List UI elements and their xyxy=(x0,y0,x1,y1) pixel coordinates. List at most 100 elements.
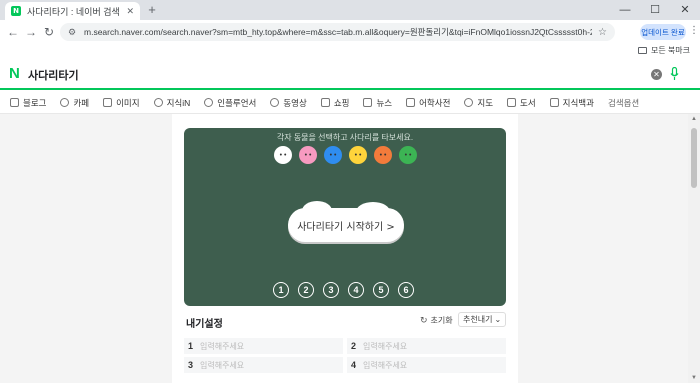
maximize-icon[interactable]: ☐ xyxy=(640,0,670,20)
blog-icon xyxy=(10,98,19,107)
bet-number: 4 xyxy=(351,360,357,370)
pin-icon xyxy=(464,98,474,107)
hedgehog-icon[interactable]: • • xyxy=(324,146,342,164)
tab-kin[interactable]: 지식iN xyxy=(153,97,190,109)
site-info-icon[interactable]: ⚙ xyxy=(68,27,78,37)
bet-input-1[interactable]: 1 입력해주세요 xyxy=(184,338,343,354)
naver-page: N 사다리타기 ✕ 블로그 카페 이미지 지식iN 인플루언서 동영상 쇼핑 뉴… xyxy=(0,58,700,383)
bet-placeholder: 입력해주세요 xyxy=(363,341,408,351)
cafe-icon xyxy=(60,98,70,107)
bookmarks-bar: 모든 북마크 xyxy=(0,44,700,58)
play-icon xyxy=(270,98,280,107)
ladder-number[interactable]: 3 xyxy=(323,282,339,298)
bet-inputs: 1 입력해주세요 2 입력해주세요 3 입력해주세요 4 입력해주세요 xyxy=(184,338,506,376)
tab-news[interactable]: 뉴스 xyxy=(363,97,392,109)
bet-number: 2 xyxy=(351,341,357,351)
browser-toolbar: ← → ↻ ⚙ m.search.naver.com/search.naver?… xyxy=(0,20,700,44)
bet-input-2[interactable]: 2 입력해주세요 xyxy=(347,338,506,354)
reset-button[interactable]: ↻ 초기화 xyxy=(420,313,453,327)
forward-icon[interactable]: → xyxy=(24,25,38,39)
bear-icon[interactable]: • • xyxy=(274,146,292,164)
back-icon[interactable]: ← xyxy=(6,25,20,39)
scroll-up-icon[interactable]: ▲ xyxy=(691,116,697,122)
search-input[interactable]: 사다리타기 xyxy=(28,67,79,83)
close-window-icon[interactable]: ✕ xyxy=(670,0,700,20)
tab-strip: N 사다리타기 : 네이버 검색 ✕ + — ☐ ✕ xyxy=(0,0,700,20)
bet-number: 3 xyxy=(188,360,194,370)
reset-label: 초기화 xyxy=(430,315,453,325)
browser-tab[interactable]: N 사다리타기 : 네이버 검색 ✕ xyxy=(5,2,140,20)
search-bar: N 사다리타기 ✕ xyxy=(0,58,700,90)
page-scrollbar[interactable]: ▲ ▼ xyxy=(688,114,700,383)
tab-dictionary[interactable]: 어학사전 xyxy=(406,97,450,109)
bet-placeholder: 입력해주세요 xyxy=(200,341,245,351)
new-tab-button[interactable]: + xyxy=(145,3,159,17)
book-icon xyxy=(507,98,517,107)
tab-image[interactable]: 이미지 xyxy=(103,97,140,109)
tab-video[interactable]: 동영상 xyxy=(270,97,307,109)
tab-shopping[interactable]: 쇼핑 xyxy=(320,97,349,109)
bet-placeholder: 입력해주세요 xyxy=(200,360,245,370)
bet-settings: 내기설정 ↻ 초기화 추천내기 ⌄ 1 입력해주세요 2 입력해주세요 3 입력… xyxy=(172,310,518,383)
animal-picker: • • • • • • • • • • • • xyxy=(274,146,417,164)
board-hint: 각자 동물을 선택하고 사다리를 타보세요. xyxy=(276,133,414,142)
bookmark-star-icon[interactable]: ☆ xyxy=(598,27,607,38)
ladder-board: 각자 동물을 선택하고 사다리를 타보세요. • • • • • • • • •… xyxy=(184,128,506,306)
person-icon xyxy=(204,98,214,107)
chick-icon[interactable]: • • xyxy=(349,146,367,164)
naver-logo[interactable]: N xyxy=(9,66,23,81)
tab-close-icon[interactable]: ✕ xyxy=(126,6,134,17)
bet-input-3[interactable]: 3 입력해주세요 xyxy=(184,357,343,373)
dictionary-icon xyxy=(406,98,416,107)
start-ladder-button[interactable]: 사다리타기 시작하기 > xyxy=(288,201,404,242)
bet-number: 1 xyxy=(188,341,194,351)
settings-title: 내기설정 xyxy=(186,319,223,330)
category-nav: 블로그 카페 이미지 지식iN 인플루언서 동영상 쇼핑 뉴스 어학사전 지도 … xyxy=(0,92,700,114)
tab-books[interactable]: 도서 xyxy=(507,97,536,109)
address-bar[interactable]: ⚙ m.search.naver.com/search.naver?sm=mtb… xyxy=(60,23,615,41)
search-options[interactable]: 검색옵션 xyxy=(608,97,639,109)
ladder-number[interactable]: 5 xyxy=(373,282,389,298)
all-bookmarks-label: 모든 북마크 xyxy=(650,46,690,55)
tab-cafe[interactable]: 카페 xyxy=(60,97,89,109)
ladder-number[interactable]: 4 xyxy=(348,282,364,298)
all-bookmarks-button[interactable]: 모든 북마크 xyxy=(637,45,690,56)
scroll-down-icon[interactable]: ▼ xyxy=(691,375,697,381)
bet-input-row: 1 입력해주세요 2 입력해주세요 xyxy=(184,338,506,354)
tab-map[interactable]: 지도 xyxy=(464,97,493,109)
tab-influencer[interactable]: 인플루언서 xyxy=(204,97,256,109)
ladder-numbers: 1 2 3 4 5 6 xyxy=(273,282,414,298)
results-area: 각자 동물을 선택하고 사다리를 타보세요. • • • • • • • • •… xyxy=(0,114,688,383)
news-icon xyxy=(363,98,373,107)
update-button[interactable]: 업데이트 완료 xyxy=(640,24,686,40)
ladder-game-card: 각자 동물을 선택하고 사다리를 타보세요. • • • • • • • • •… xyxy=(172,114,518,383)
bag-icon xyxy=(320,98,330,107)
tab-encyclopedia[interactable]: 지식백과 xyxy=(549,97,594,109)
frog-icon[interactable]: • • xyxy=(399,146,417,164)
start-ladder-label: 사다리타기 시작하기 > xyxy=(297,221,395,233)
tab-title: 사다리타기 : 네이버 검색 xyxy=(27,6,120,17)
search-icon xyxy=(153,98,163,107)
recommend-bet-dropdown[interactable]: 추천내기 ⌄ xyxy=(458,312,507,327)
url-text: m.search.naver.com/search.naver?sm=mtb_h… xyxy=(84,27,593,37)
scroll-thumb[interactable] xyxy=(691,128,697,188)
menu-icon[interactable]: ⋮ xyxy=(689,25,699,36)
bet-input-4[interactable]: 4 입력해주세요 xyxy=(347,357,506,373)
recommend-label: 추천내기 xyxy=(463,315,493,324)
ladder-number[interactable]: 2 xyxy=(298,282,314,298)
rabbit-icon[interactable]: • • xyxy=(299,146,317,164)
chevron-down-icon: ⌄ xyxy=(494,315,502,324)
clear-search-icon[interactable]: ✕ xyxy=(651,69,662,80)
minimize-icon[interactable]: — xyxy=(610,0,640,20)
mic-icon[interactable] xyxy=(670,67,679,81)
tab-blog[interactable]: 블로그 xyxy=(10,97,46,109)
reset-icon: ↻ xyxy=(420,314,428,325)
folder-icon xyxy=(637,47,647,54)
bet-placeholder: 입력해주세요 xyxy=(363,360,408,370)
reload-icon[interactable]: ↻ xyxy=(42,25,56,39)
fox-icon[interactable]: • • xyxy=(374,146,392,164)
bet-input-row: 3 입력해주세요 4 입력해주세요 xyxy=(184,357,506,373)
naver-favicon-icon: N xyxy=(11,6,21,16)
ladder-number[interactable]: 1 xyxy=(273,282,289,298)
ladder-number[interactable]: 6 xyxy=(398,282,414,298)
